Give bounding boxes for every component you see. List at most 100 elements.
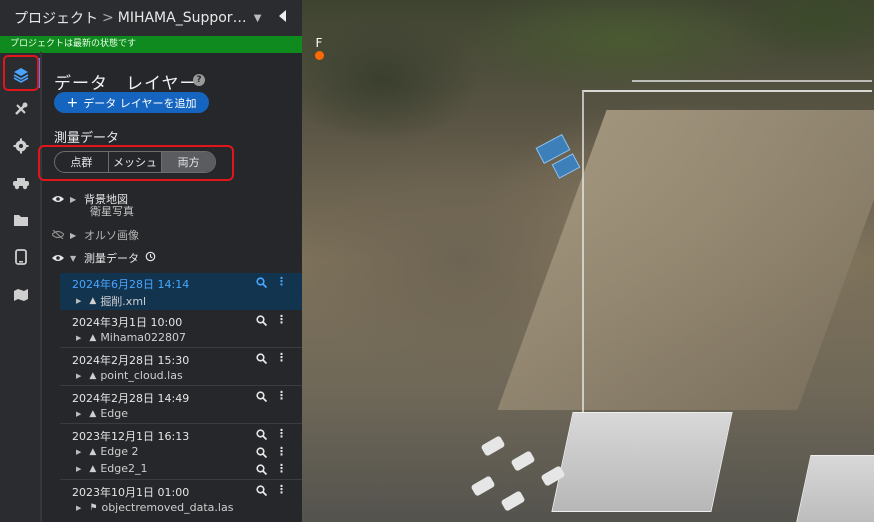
caret-right-icon[interactable]: ▶: [76, 372, 81, 380]
more-menu-icon[interactable]: ⋮: [276, 484, 287, 496]
survey-child[interactable]: ▶ ▲ 掘削.xml: [76, 293, 146, 309]
eye-icon[interactable]: [52, 193, 66, 206]
survey-child-label: point_cloud.las: [100, 369, 183, 382]
caret-right-icon[interactable]: ▶: [70, 231, 80, 240]
section-label: 測量データ: [54, 131, 120, 146]
zoom-to-icon[interactable]: [256, 277, 268, 289]
survey-date: 2023年12月1日 16:13: [72, 430, 190, 443]
caret-right-icon[interactable]: ▶: [76, 465, 81, 473]
survey-child-label: Mihama022807: [100, 331, 187, 344]
more-menu-icon[interactable]: ⋮: [276, 428, 287, 440]
caret-down-icon[interactable]: ▼: [70, 254, 80, 263]
folder-icon[interactable]: [4, 204, 38, 236]
caret-right-icon[interactable]: ▶: [76, 448, 81, 456]
rail-highlight-box: [3, 55, 39, 91]
compass-indicator[interactable]: F: [312, 36, 326, 60]
caret-right-icon[interactable]: ▶: [70, 195, 80, 204]
more-menu-icon[interactable]: ⋮: [276, 390, 287, 402]
surface-icon: ▲: [89, 463, 97, 474]
breadcrumb-root[interactable]: プロジェクト: [14, 8, 98, 28]
caret-right-icon[interactable]: ▶: [76, 334, 81, 342]
parked-car: [480, 435, 506, 457]
caret-right-icon[interactable]: ▶: [76, 410, 81, 418]
zoom-to-icon[interactable]: [256, 315, 268, 327]
compass-dot-icon: [314, 51, 324, 60]
survey-date: 2024年2月28日 14:49: [72, 392, 190, 405]
more-menu-icon[interactable]: ⋮: [276, 352, 287, 364]
project-header: プロジェクト > MIHAMA_SupportCe... ▼: [0, 0, 302, 36]
survey-child[interactable]: ▶ ▲ point_cloud.las: [76, 369, 183, 382]
survey-child-label: objectremoved_data.las: [101, 501, 234, 514]
breadcrumb-separator: >: [102, 10, 114, 26]
status-bar: プロジェクトは最新の状態です: [0, 36, 302, 53]
more-menu-icon[interactable]: ⋮: [276, 446, 287, 458]
parked-car: [470, 475, 496, 497]
panel-title: データ レイヤー: [54, 74, 198, 94]
survey-child[interactable]: ▶ ▲ Edge2_1: [76, 462, 148, 475]
survey-child-label: Edge2_1: [100, 462, 148, 475]
compass-label: F: [315, 36, 323, 50]
tools-icon[interactable]: [4, 93, 38, 125]
settings-icon[interactable]: [4, 130, 38, 162]
eye-icon[interactable]: [52, 252, 66, 265]
survey-child[interactable]: ▶ ▲ Edge 2: [76, 445, 139, 458]
surface-icon: ▲: [89, 370, 97, 381]
surface-icon: ▲: [89, 446, 97, 457]
more-menu-icon[interactable]: ⋮: [276, 463, 287, 475]
ortho-label: オルソ画像: [84, 229, 139, 242]
zoom-to-icon[interactable]: [256, 447, 268, 459]
mesh-grid-top: [632, 80, 872, 140]
plus-icon: +: [66, 94, 79, 111]
more-menu-icon[interactable]: ⋮: [276, 314, 287, 326]
zoom-to-icon[interactable]: [256, 464, 268, 476]
zoom-to-icon[interactable]: [256, 391, 268, 403]
row-divider: [60, 479, 302, 480]
survey-date: 2024年6月28日 14:14: [72, 278, 190, 291]
flag-icon: ⚑: [89, 502, 98, 513]
eye-off-icon[interactable]: [51, 229, 66, 242]
collapse-panel-icon[interactable]: [279, 10, 286, 22]
map-icon[interactable]: [4, 279, 38, 311]
row-divider: [60, 385, 302, 386]
row-divider: [60, 423, 302, 424]
zoom-to-icon[interactable]: [256, 485, 268, 497]
survey-child[interactable]: ▶ ▲ Edge: [76, 407, 128, 420]
history-icon[interactable]: [145, 251, 156, 265]
3d-viewport[interactable]: [302, 0, 874, 522]
survey-item[interactable]: 2023年12月1日 16:13 ⋮ ▶ ▲ Edge 2 ⋮ ▶ ▲ Edge2_1 …: [60, 425, 302, 480]
layers-panel: データ レイヤー ? + データ レイヤーを追加 測量データ 点群 メッシュ 両…: [38, 53, 302, 522]
base-map-sub-label: 衛星写真: [90, 205, 134, 218]
caret-right-icon[interactable]: ▶: [76, 297, 81, 305]
survey-item[interactable]: 2024年2月28日 14:49 ⋮ ▶ ▲ Edge: [60, 387, 302, 424]
survey-child-label: Edge 2: [100, 445, 139, 458]
survey-label: 測量データ: [84, 252, 139, 265]
chevron-down-icon[interactable]: ▼: [254, 13, 262, 24]
device-icon[interactable]: [4, 241, 38, 273]
surface-icon: ▲: [89, 332, 97, 343]
zoom-to-icon[interactable]: [256, 429, 268, 441]
survey-child-label: Edge: [100, 407, 128, 420]
add-data-layer-button[interactable]: + データ レイヤーを追加: [54, 92, 209, 113]
caret-right-icon[interactable]: ▶: [76, 504, 81, 512]
layer-survey[interactable]: ▼ 測量データ: [52, 249, 156, 267]
survey-item[interactable]: 2023年10月1日 01:00 ⋮ ▶ ⚑ objectremoved_data.…: [60, 481, 302, 519]
parked-car: [510, 450, 536, 472]
surface-icon: ▲: [89, 296, 97, 306]
surface-icon: ▲: [89, 408, 97, 419]
help-icon[interactable]: ?: [193, 74, 205, 86]
layer-ortho[interactable]: ▶ オルソ画像: [51, 226, 139, 244]
survey-item[interactable]: 2024年3月1日 10:00 ⋮ ▶ ▲ Mihama022807: [60, 311, 302, 348]
survey-child[interactable]: ▶ ▲ Mihama022807: [76, 331, 186, 344]
zoom-to-icon[interactable]: [256, 353, 268, 365]
add-data-layer-label: データ レイヤーを追加: [83, 96, 197, 110]
survey-date: 2024年2月28日 15:30: [72, 354, 190, 367]
vehicle-icon[interactable]: [4, 167, 38, 199]
toggle-highlight-box: [38, 145, 234, 181]
project-name[interactable]: MIHAMA_SupportCe...: [118, 10, 248, 26]
survey-item[interactable]: 2024年6月28日 14:14 ⋮ ▶ ▲ 掘削.xml: [60, 273, 302, 310]
survey-date: 2023年10月1日 01:00: [72, 486, 190, 499]
survey-child[interactable]: ▶ ⚑ objectremoved_data.las: [76, 501, 233, 514]
more-menu-icon[interactable]: ⋮: [276, 276, 287, 288]
survey-item[interactable]: 2024年2月28日 15:30 ⋮ ▶ ▲ point_cloud.las: [60, 349, 302, 386]
icon-rail: [0, 53, 42, 522]
